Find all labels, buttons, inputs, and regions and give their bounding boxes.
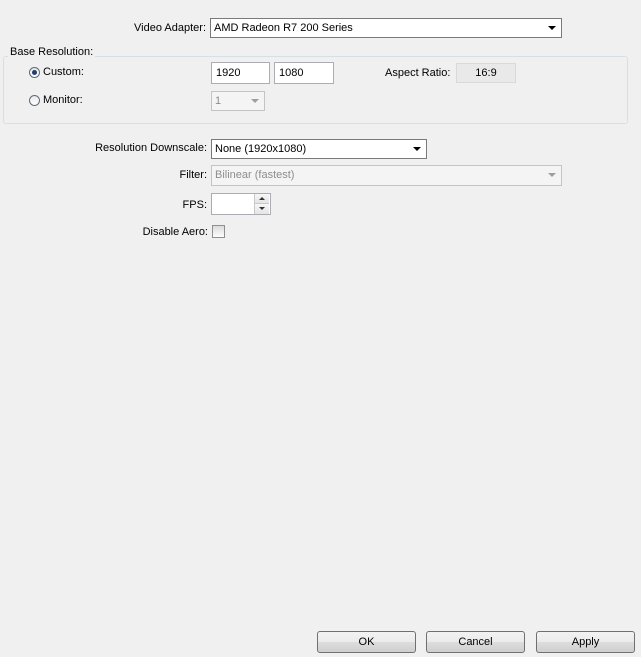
- arrow-up-icon: [259, 197, 265, 200]
- ok-button[interactable]: OK: [317, 631, 416, 653]
- filter-select[interactable]: Bilinear (fastest): [211, 165, 562, 186]
- fps-label: FPS:: [182, 199, 207, 211]
- apply-button[interactable]: Apply: [536, 631, 635, 653]
- monitor-value: 1: [215, 95, 222, 107]
- fps-spinner[interactable]: [211, 193, 271, 215]
- downscale-value: None (1920x1080): [215, 143, 307, 155]
- chevron-down-icon: [251, 99, 259, 103]
- filter-value: Bilinear (fastest): [215, 169, 295, 181]
- fps-increment-button[interactable]: [255, 194, 269, 204]
- aspect-ratio-value: 16:9: [456, 63, 516, 83]
- cancel-button[interactable]: Cancel: [426, 631, 525, 653]
- base-resolution-title: Base Resolution:: [8, 45, 96, 59]
- video-adapter-label: Video Adapter:: [134, 22, 206, 34]
- chevron-down-icon: [548, 26, 556, 30]
- monitor-select[interactable]: 1: [211, 91, 265, 111]
- radio-selected-dot: [32, 70, 37, 75]
- downscale-select[interactable]: None (1920x1080): [211, 139, 427, 159]
- video-adapter-select[interactable]: AMD Radeon R7 200 Series: [210, 18, 562, 38]
- downscale-label: Resolution Downscale:: [95, 142, 207, 154]
- chevron-down-icon: [413, 147, 421, 151]
- disable-aero-label: Disable Aero:: [142, 226, 208, 238]
- fps-spin-buttons: [254, 194, 270, 214]
- disable-aero-checkbox[interactable]: [212, 225, 225, 238]
- resolution-height-input[interactable]: 1080: [274, 62, 334, 84]
- filter-label: Filter:: [179, 169, 208, 181]
- resolution-width-input[interactable]: 1920: [211, 62, 270, 84]
- custom-radio[interactable]: [29, 67, 40, 78]
- video-adapter-value: AMD Radeon R7 200 Series: [214, 22, 353, 34]
- aspect-ratio-label: Aspect Ratio:: [385, 67, 451, 79]
- arrow-down-icon: [259, 207, 265, 210]
- chevron-down-icon: [548, 173, 556, 177]
- custom-label[interactable]: Custom:: [43, 65, 84, 79]
- fps-decrement-button[interactable]: [255, 204, 269, 214]
- monitor-radio[interactable]: [29, 95, 40, 106]
- monitor-label[interactable]: Monitor:: [43, 93, 83, 107]
